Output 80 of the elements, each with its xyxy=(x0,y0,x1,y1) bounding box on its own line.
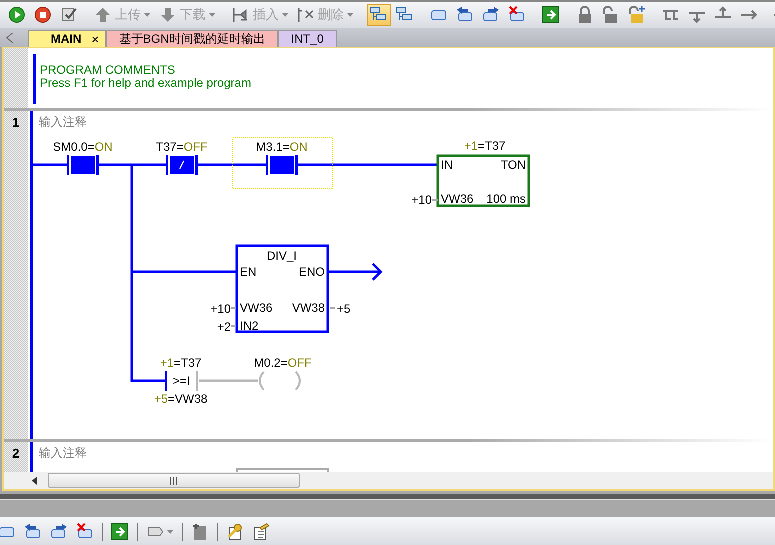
left-arrow-rectangle-icon xyxy=(24,523,42,541)
block-title: DIV_I xyxy=(267,249,297,263)
caret-icon xyxy=(347,13,354,17)
pin-label: EN xyxy=(240,265,257,279)
caret-icon xyxy=(282,13,289,17)
close-button[interactable]: × xyxy=(92,32,100,46)
pin-label: ENO xyxy=(298,265,325,279)
compare-contact[interactable] xyxy=(165,371,198,391)
up-arrow-icon xyxy=(94,6,112,24)
down-arrow-icon xyxy=(159,6,177,24)
tab-label: 基于BGN时间戳的延时输出 xyxy=(119,30,266,48)
pin-label: VW38 xyxy=(292,301,325,315)
left-arrow-rectangle-icon xyxy=(456,6,474,24)
divide-box[interactable] xyxy=(236,244,330,334)
view-toggle-button[interactable] xyxy=(367,4,391,26)
insert-icon xyxy=(232,6,250,24)
network-number: 2 xyxy=(12,446,20,461)
tab[interactable]: INT_0 xyxy=(278,30,337,47)
scrollbar-thumb[interactable] xyxy=(48,473,300,488)
pin-wire xyxy=(432,199,438,201)
power-rail xyxy=(30,442,34,472)
value-label: +10 xyxy=(210,302,231,316)
output-arrow xyxy=(328,262,383,282)
tab[interactable]: MAIN × xyxy=(28,30,106,47)
pin-label: VW36 xyxy=(240,301,273,315)
program-comment: Press F1 for help and example program xyxy=(40,77,252,90)
unlock-icon xyxy=(602,6,620,24)
caret-icon xyxy=(167,530,174,534)
right-arrow-rectangle-icon xyxy=(482,6,500,24)
tab-label: MAIN xyxy=(51,32,82,46)
value-label: +5 xyxy=(337,302,351,316)
contact[interactable] xyxy=(166,155,198,175)
coil-label: M0.2=OFF xyxy=(254,356,312,370)
document-edit-icon xyxy=(252,523,270,541)
timer-box[interactable] xyxy=(436,154,530,208)
pin-label: IN2 xyxy=(240,319,259,333)
pin-wire xyxy=(231,307,236,309)
gutter xyxy=(4,48,28,108)
cross-rectangle-icon xyxy=(76,523,94,541)
pin-label: IN xyxy=(441,158,453,172)
pin-wire xyxy=(231,325,236,327)
check-document-icon xyxy=(60,6,78,24)
grip-icon xyxy=(170,476,178,484)
lock-icon xyxy=(576,6,594,24)
network-comment[interactable]: 输入注释 xyxy=(39,445,87,462)
timer-label: +1=T37 xyxy=(464,139,506,153)
caret-icon xyxy=(209,13,216,17)
contact-label: +1=T37 xyxy=(160,356,202,370)
lock-plus-icon xyxy=(628,6,646,24)
contact-label: T37=OFF xyxy=(156,140,208,154)
horizontal-scrollbar[interactable] xyxy=(4,472,773,489)
contact[interactable] xyxy=(67,155,99,175)
contact-label: SM0.0=ON xyxy=(53,140,113,154)
value-label: +10 xyxy=(412,193,432,207)
caret-icon xyxy=(144,13,151,17)
tab-label: INT_0 xyxy=(291,32,324,46)
contact-label: +5=VW38 xyxy=(154,392,208,406)
delete-icon xyxy=(297,6,315,24)
program-comment: PROGRAM COMMENTS xyxy=(40,64,176,77)
arrow-square-icon xyxy=(542,6,560,24)
pin-label: VW36 xyxy=(441,192,474,206)
stop-icon xyxy=(34,6,52,24)
key-icon xyxy=(226,523,244,541)
value-label: +2 xyxy=(217,320,231,334)
right-arrow-rectangle-icon xyxy=(50,523,68,541)
contact[interactable] xyxy=(232,138,334,190)
pin-wire xyxy=(330,307,335,309)
time-base: 100 ms xyxy=(486,192,526,206)
contact-label: M3.1=ON xyxy=(256,140,308,154)
network-comment[interactable]: 输入注释 xyxy=(39,114,87,131)
cross-rectangle-icon xyxy=(508,6,526,24)
run-icon xyxy=(8,6,26,24)
arrow-square-icon xyxy=(111,523,129,541)
network-number: 1 xyxy=(12,115,20,130)
tab[interactable]: 基于BGN时间戳的延时输出 xyxy=(106,30,278,47)
block-title: TON xyxy=(500,158,526,172)
document-icon xyxy=(191,523,209,541)
operator-label: >=I xyxy=(173,374,190,388)
scroll-left-icon[interactable] xyxy=(32,476,38,484)
wire xyxy=(199,380,258,382)
